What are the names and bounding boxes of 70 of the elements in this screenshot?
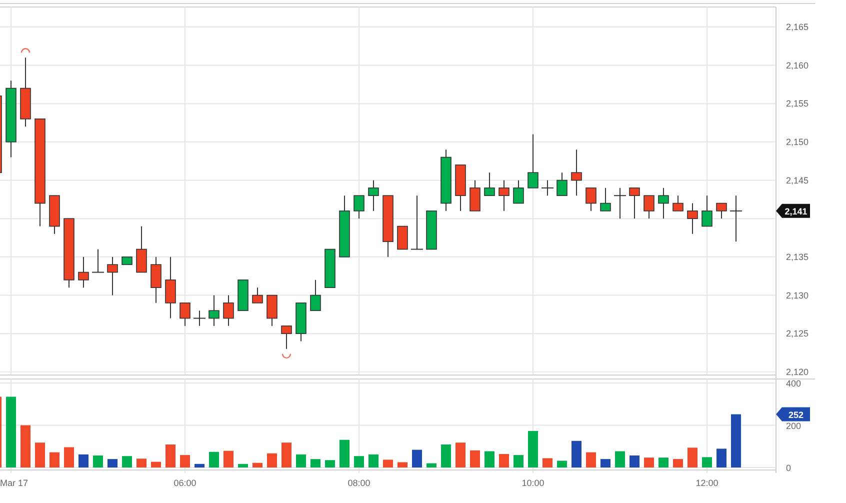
last-price-badge: 2,141 xyxy=(776,204,810,218)
candlestick xyxy=(64,218,74,288)
candlestick xyxy=(49,195,60,234)
candlestick xyxy=(107,256,118,296)
candlestick xyxy=(281,325,292,350)
candlestick xyxy=(310,279,321,312)
candlestick xyxy=(397,226,408,250)
axis-label: 200 xyxy=(786,420,802,431)
candlestick xyxy=(614,187,626,220)
candlestick xyxy=(470,180,480,212)
axis-label: Mar 17 xyxy=(0,478,28,488)
candlestick xyxy=(658,187,669,220)
candlestick xyxy=(687,202,698,234)
candlestick xyxy=(223,294,234,326)
candlestick xyxy=(266,294,278,326)
axis-label: 2,150 xyxy=(786,136,809,147)
candlestick xyxy=(672,195,684,212)
axis-label: 12:00 xyxy=(696,478,718,488)
high-marker xyxy=(20,48,30,53)
candlestick xyxy=(498,180,510,212)
candlestick xyxy=(455,164,466,212)
candlestick xyxy=(150,256,162,304)
low-marker xyxy=(282,354,292,358)
candlestick xyxy=(484,172,495,196)
axis-label: 06:00 xyxy=(174,478,196,488)
candlestick xyxy=(541,180,554,196)
candlestick xyxy=(92,248,104,273)
axis-label: 2,145 xyxy=(786,175,809,186)
axis-label: 08:00 xyxy=(348,478,370,488)
candlestick xyxy=(571,149,582,196)
candlestick xyxy=(644,195,654,220)
axis-label: 400 xyxy=(786,378,802,388)
candlestick xyxy=(702,195,712,227)
candlestick xyxy=(122,256,132,266)
candlestick xyxy=(556,172,568,196)
candlestick xyxy=(296,302,306,342)
candlestick xyxy=(716,202,727,220)
axis-label: 0 xyxy=(786,463,792,473)
candlestick xyxy=(629,187,640,220)
candlestick xyxy=(368,180,379,212)
candlestick xyxy=(440,149,452,212)
candlestick xyxy=(528,134,538,188)
candlestick xyxy=(238,279,248,312)
axis-label: 2,165 xyxy=(786,22,809,32)
axis-label: 2,135 xyxy=(786,252,809,262)
last-volume-badge: 252 xyxy=(776,407,810,422)
candlestick xyxy=(410,195,424,250)
candlestick xyxy=(193,310,206,326)
candlestick xyxy=(339,195,350,258)
candlestick xyxy=(513,180,524,204)
candlestick xyxy=(136,226,147,273)
candlestick xyxy=(180,302,190,326)
candlestick xyxy=(354,195,364,220)
candlestick xyxy=(78,256,89,288)
axis-label: 2,125 xyxy=(786,328,809,339)
candlestick xyxy=(20,57,31,128)
candlestick xyxy=(252,287,263,304)
candlestick xyxy=(730,195,742,242)
candlestick xyxy=(426,210,437,250)
axis-label: 2,160 xyxy=(786,60,809,70)
axis-label: 2,130 xyxy=(786,290,809,300)
candlestick xyxy=(208,294,220,326)
axis-label: 2,155 xyxy=(786,98,809,109)
candlestick xyxy=(382,195,394,258)
axis-label: 10:00 xyxy=(522,478,544,488)
candlestick xyxy=(165,256,176,319)
candlestick xyxy=(600,187,611,212)
candlestick xyxy=(324,248,336,288)
candlestick xyxy=(586,187,596,212)
axis-label: 2,120 xyxy=(786,366,809,377)
